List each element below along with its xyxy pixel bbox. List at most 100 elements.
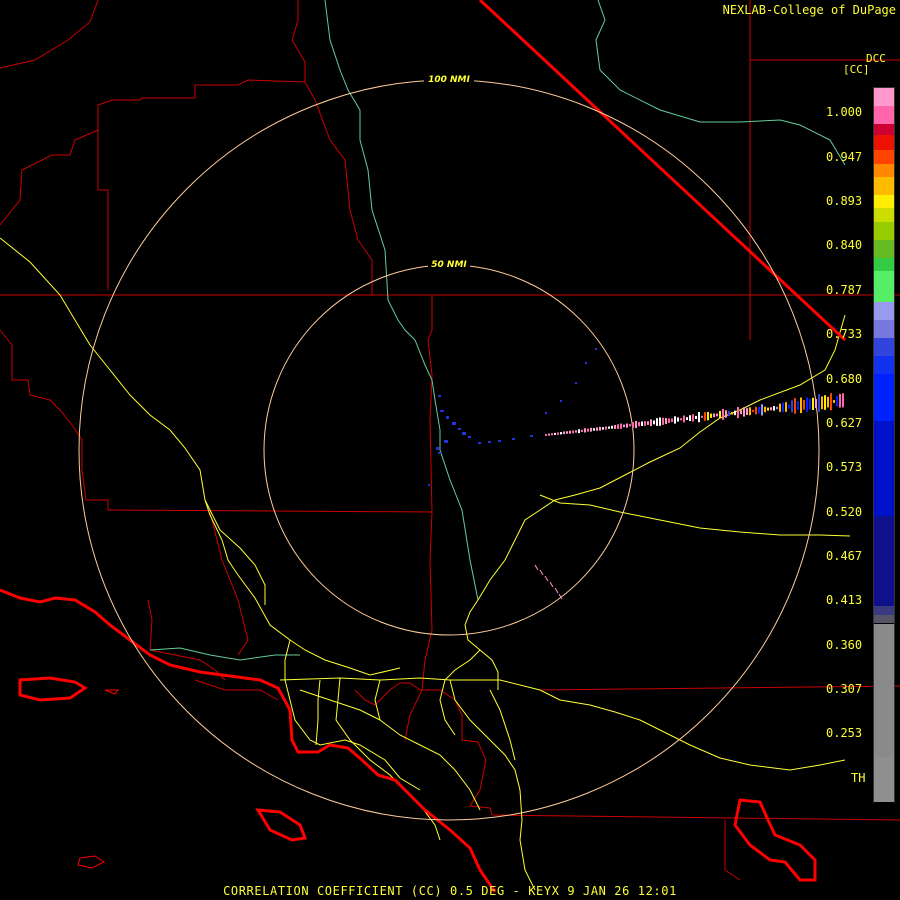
echo-streak — [692, 414, 694, 422]
echo-streak — [611, 425, 613, 429]
echo-streak — [707, 411, 709, 421]
echo-streak — [608, 426, 610, 429]
echo-streak — [650, 419, 652, 427]
echo-streak — [809, 398, 811, 410]
echo-streak — [620, 423, 622, 429]
echo-streak — [716, 413, 718, 417]
color-scale-bar — [873, 87, 895, 803]
rivers — [149, 0, 846, 661]
echo-streak — [746, 408, 748, 415]
color-scale-segment — [874, 177, 894, 196]
echo-streak — [602, 427, 604, 430]
echo-streak — [674, 416, 676, 424]
scale-label: 0.627 — [826, 416, 863, 430]
scale-label: 1.000 — [826, 105, 863, 119]
echo-streak — [806, 397, 808, 412]
echo-streak — [551, 433, 553, 436]
color-scale-segment — [874, 123, 894, 136]
unit-label: [CC] — [843, 63, 870, 76]
echo-streak — [815, 398, 817, 408]
echo-streak — [554, 432, 556, 435]
color-scale-segment — [874, 420, 894, 517]
echo-streak — [566, 431, 568, 434]
radar-echoes — [428, 348, 844, 600]
color-scale-segment — [874, 320, 894, 338]
echo-band-east — [545, 393, 844, 436]
color-scale-segment — [874, 163, 894, 178]
echo-streak — [548, 433, 550, 436]
echo-streak — [836, 396, 838, 407]
echo-streak — [788, 404, 790, 409]
scale-label: 0.787 — [826, 283, 863, 297]
echo-streak — [749, 407, 751, 416]
echo-streak — [803, 400, 805, 410]
echo-streak — [629, 424, 631, 427]
echo-streak — [704, 412, 706, 421]
echo-streak — [668, 418, 670, 423]
echo-streak — [725, 410, 727, 418]
echo-streak — [833, 400, 835, 403]
echo-streak — [617, 424, 619, 429]
scale-label: 0.573 — [826, 460, 863, 474]
echo-streak — [584, 428, 586, 433]
color-scale-segment — [874, 516, 894, 606]
echo-streak — [824, 395, 826, 410]
echo-streak — [632, 422, 634, 428]
color-scale-segment — [874, 614, 894, 624]
color-scale-segment — [874, 270, 894, 303]
echo-streak — [563, 431, 565, 435]
echo-streak — [677, 417, 679, 422]
echo-streak — [731, 411, 733, 415]
range-ring-100nmi — [78, 79, 820, 821]
range-rings — [78, 79, 820, 821]
echo-streak — [596, 427, 598, 431]
scale-label: 0.413 — [826, 593, 863, 607]
echo-streak — [743, 407, 745, 417]
echo-streak — [695, 415, 697, 419]
echo-streak — [641, 421, 643, 426]
echo-streak — [626, 423, 628, 428]
echo-streak — [818, 394, 820, 413]
range-ring-100nmi-label: 100 NMI — [428, 75, 470, 85]
color-scale-segment — [874, 302, 894, 321]
echo-streak — [812, 397, 814, 410]
echo-streak — [791, 400, 793, 413]
echo-streak — [560, 432, 562, 435]
echo-speckles — [428, 348, 597, 486]
echo-streak — [698, 412, 700, 423]
echo-streak — [827, 396, 829, 408]
color-scale-segment — [874, 373, 894, 421]
echo-streak — [719, 410, 721, 419]
echo-streak — [686, 417, 688, 420]
scale-label: 0.680 — [826, 372, 863, 386]
echo-streak — [779, 403, 781, 412]
echo-streak — [635, 420, 637, 429]
echo-streak — [785, 402, 787, 412]
color-scale-segment — [874, 257, 894, 271]
small-islands — [77, 689, 119, 869]
scale-label: TH — [851, 771, 866, 785]
echo-streak — [764, 406, 766, 413]
highways — [0, 237, 851, 891]
echo-streak — [638, 421, 640, 427]
echo-streak — [653, 420, 655, 425]
echo-streak — [593, 428, 595, 431]
product-footer: CORRELATION COEFFICIENT (CC) 0.5 DEG - K… — [223, 884, 677, 898]
color-scale-segment — [874, 150, 894, 164]
echo-streak — [656, 418, 658, 426]
scale-label: 0.840 — [826, 238, 863, 252]
echo-streak — [842, 393, 844, 408]
echo-streak — [737, 407, 739, 419]
scale-label: 0.520 — [826, 505, 863, 519]
echo-streak — [665, 418, 667, 424]
color-scale-segment — [874, 88, 894, 106]
echo-streak — [830, 393, 832, 411]
echo-streak — [701, 415, 703, 418]
echo-streak — [770, 407, 772, 411]
echo-streak — [671, 418, 673, 423]
echo-streak — [776, 406, 778, 410]
echo-streak — [572, 430, 574, 434]
echo-streak — [557, 432, 559, 435]
echo-streak — [794, 398, 796, 414]
color-scale-segment — [874, 355, 894, 374]
